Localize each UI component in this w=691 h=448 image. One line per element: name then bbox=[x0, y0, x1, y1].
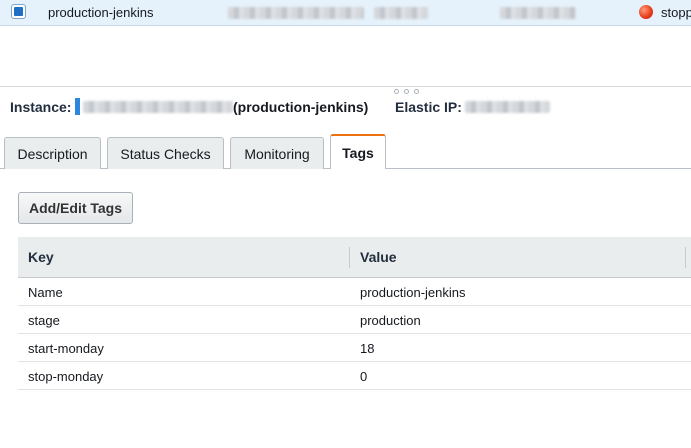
redacted-instance-type bbox=[374, 7, 428, 19]
table-row: Name production-jenkins bbox=[18, 278, 691, 306]
selected-instance-row[interactable]: production-jenkins stopp bbox=[0, 0, 691, 26]
resize-handle[interactable] bbox=[394, 89, 422, 95]
tag-value: production bbox=[360, 313, 421, 328]
add-edit-tags-button[interactable]: Add/Edit Tags bbox=[18, 192, 133, 224]
instance-state: stopp bbox=[661, 5, 691, 20]
elastic-ip-label: Elastic IP: bbox=[395, 99, 462, 115]
stopped-status-icon bbox=[639, 5, 653, 19]
tag-key: Name bbox=[28, 285, 63, 300]
redacted-availability-zone bbox=[500, 7, 576, 19]
tag-value: 0 bbox=[360, 369, 368, 384]
instance-name-detail: (production-jenkins) bbox=[233, 99, 369, 115]
column-header-key[interactable]: Key bbox=[28, 249, 54, 265]
tag-value: 18 bbox=[360, 341, 375, 356]
redacted-elastic-ip bbox=[465, 101, 550, 113]
tab-tags[interactable]: Tags bbox=[330, 134, 386, 169]
tag-key: start-monday bbox=[28, 341, 104, 356]
row-checkbox[interactable] bbox=[11, 4, 26, 19]
table-row: stop-monday 0 bbox=[18, 362, 691, 390]
tag-key: stage bbox=[28, 313, 60, 328]
tags-table-header: Key Value bbox=[18, 237, 691, 278]
tag-value: production-jenkins bbox=[360, 285, 466, 300]
panel-divider bbox=[0, 86, 691, 87]
tab-status-checks[interactable]: Status Checks bbox=[107, 137, 224, 169]
redacted-instance-id bbox=[228, 7, 364, 19]
redacted-instance-id-detail bbox=[83, 101, 233, 113]
column-header-value[interactable]: Value bbox=[360, 249, 397, 265]
tag-key: stop-monday bbox=[28, 369, 104, 384]
table-row: stage production bbox=[18, 306, 691, 334]
instance-name-cell: production-jenkins bbox=[48, 5, 154, 20]
tab-monitoring[interactable]: Monitoring bbox=[230, 137, 324, 169]
instance-label: Instance: bbox=[10, 99, 72, 115]
table-row: start-monday 18 bbox=[18, 334, 691, 362]
instance-id-marker bbox=[75, 98, 80, 115]
column-resize-handle[interactable] bbox=[685, 247, 686, 268]
tab-description[interactable]: Description bbox=[4, 137, 101, 169]
column-resize-handle[interactable] bbox=[349, 247, 350, 268]
